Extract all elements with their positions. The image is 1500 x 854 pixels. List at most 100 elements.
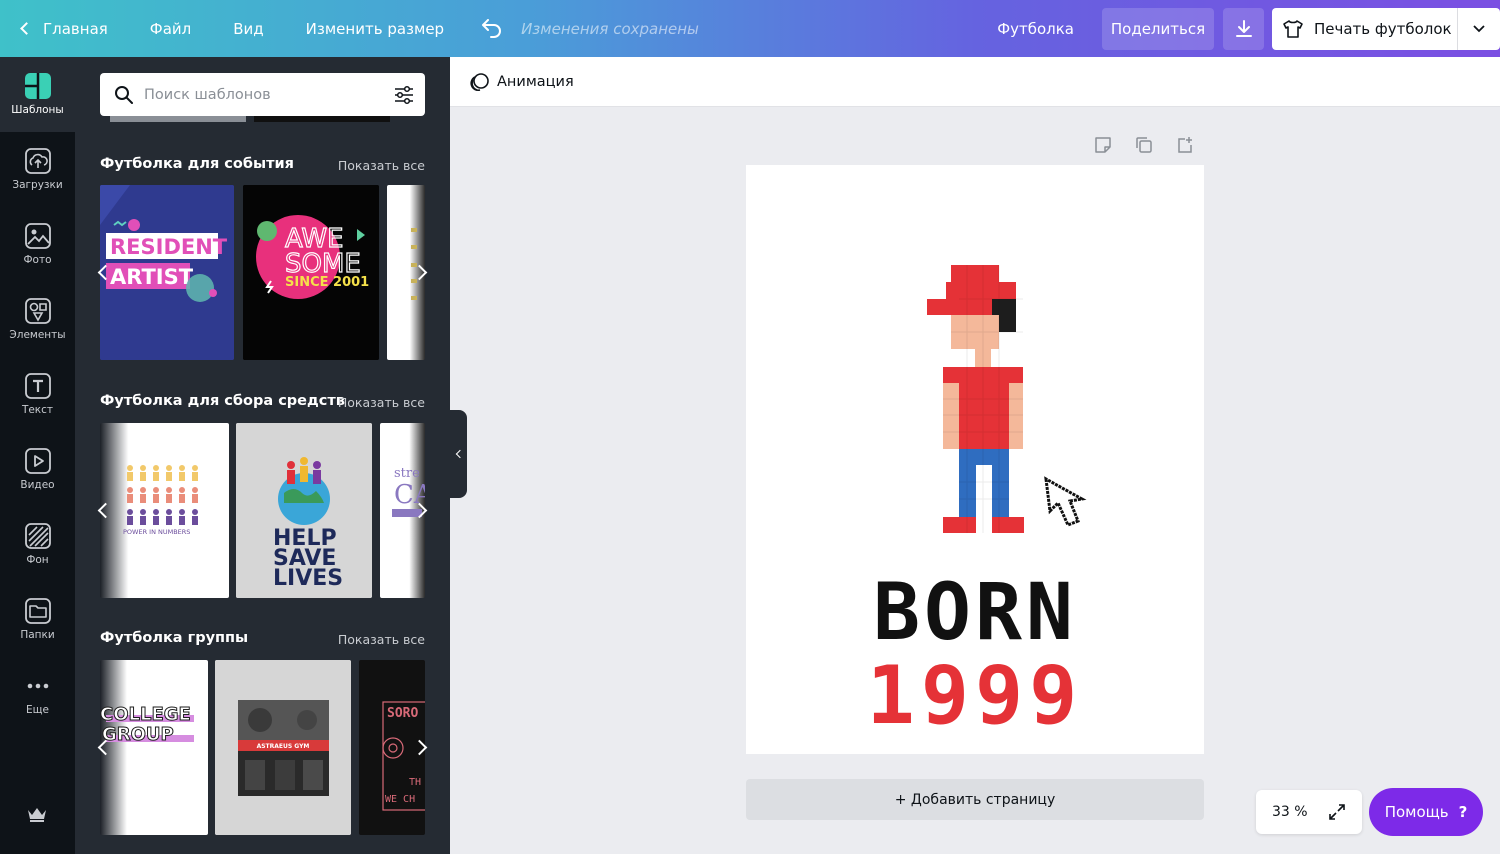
filter-icon[interactable] — [393, 85, 415, 105]
nav-label: Фон — [26, 554, 49, 566]
nav-label: Текст — [21, 404, 54, 416]
carousel-next-fundraising[interactable] — [411, 495, 431, 525]
help-button[interactable]: Помощь ? — [1369, 788, 1483, 836]
nav-label: Фото — [23, 254, 52, 266]
nav-elements[interactable]: Элементы — [0, 282, 75, 357]
home-link[interactable]: Главная — [0, 0, 129, 57]
print-label: Печать футболок — [1314, 19, 1452, 38]
show-all-fundraising[interactable]: Показать все — [338, 395, 425, 410]
animation-button[interactable]: Анимация — [497, 74, 574, 90]
editor-toolbar: Анимация — [450, 57, 1500, 107]
text-icon — [24, 373, 51, 399]
partial-text: WE CH — [385, 794, 415, 805]
carousel-prev-event[interactable] — [93, 257, 113, 287]
nav-more[interactable]: Еще — [0, 657, 75, 732]
college-text: COLLEGE — [100, 704, 191, 725]
collapse-panel-button[interactable] — [450, 410, 467, 498]
undo-button[interactable] — [465, 0, 521, 57]
artist-text: ARTIST — [110, 265, 194, 289]
download-icon — [1235, 19, 1252, 37]
template-college-group[interactable]: COLLEGE GROUP — [100, 660, 208, 835]
template-astraeus-gym[interactable]: ASTRAEUS GYM — [215, 660, 351, 835]
page-actions — [1094, 136, 1194, 154]
pattern-icon — [24, 523, 51, 549]
year-text[interactable]: 1999 — [867, 649, 1084, 742]
lives-text: LIVES — [273, 566, 343, 591]
gym-text: ASTRAEUS GYM — [257, 743, 310, 750]
home-label: Главная — [43, 19, 108, 38]
resize-menu[interactable]: Изменить размер — [285, 0, 465, 57]
pixel-boy-artwork[interactable]: BORN 1999 — [746, 165, 1204, 754]
nav-background[interactable]: Фон — [0, 507, 75, 582]
add-page-button[interactable]: + Добавить страницу — [746, 779, 1204, 820]
zoom-control[interactable]: 33 % — [1256, 790, 1362, 834]
partial-text: stre — [394, 466, 420, 481]
since-text: SINCE 2001 — [285, 275, 369, 290]
design-canvas[interactable]: BORN 1999 — [746, 165, 1204, 754]
section-title-group: Футболка группы — [100, 630, 249, 646]
nav-label: Загрузки — [12, 179, 63, 191]
file-menu[interactable]: Файл — [129, 0, 212, 57]
cloud-upload-icon — [24, 148, 51, 174]
add-page-icon[interactable] — [1176, 136, 1194, 154]
carousel-next-event[interactable] — [411, 257, 431, 287]
partial-text: SORO — [387, 706, 418, 721]
folder-icon — [24, 598, 51, 624]
crown-icon[interactable] — [26, 805, 48, 827]
undo-icon — [482, 18, 502, 38]
nav-video[interactable]: Видео — [0, 432, 75, 507]
show-all-group[interactable]: Показать все — [338, 632, 425, 647]
photo-icon — [24, 223, 51, 249]
page-notes-icon[interactable] — [1094, 136, 1112, 154]
template-power-in-numbers[interactable]: POWER IN NUMBERS — [100, 423, 229, 598]
shapes-icon — [24, 298, 51, 324]
template-help-save-lives[interactable]: HELP SAVE LIVES — [236, 423, 372, 598]
search-input[interactable] — [144, 86, 393, 103]
section-title-event: Футболка для события — [100, 156, 294, 172]
templates-icon — [24, 73, 51, 99]
template-thumb-partial[interactable] — [110, 116, 246, 122]
nav-uploads[interactable]: Загрузки — [0, 132, 75, 207]
nav-label: Папки — [20, 629, 55, 641]
partial-text: TH — [409, 777, 421, 788]
search-icon — [115, 85, 133, 104]
question-icon: ? — [1458, 803, 1468, 821]
top-bar: Главная Файл Вид Изменить размер Изменен… — [0, 0, 1500, 57]
power-text: POWER IN NUMBERS — [123, 528, 190, 536]
nav-templates[interactable]: Шаблоны — [0, 57, 75, 132]
save-status: Изменения сохранены — [521, 19, 699, 38]
chevron-down-icon — [1473, 24, 1485, 32]
carousel-prev-fundraising[interactable] — [93, 495, 113, 525]
download-button[interactable] — [1223, 7, 1264, 50]
search-bar — [100, 73, 425, 116]
nav-label: Видео — [20, 479, 55, 491]
product-type[interactable]: Футболка — [997, 0, 1088, 57]
pixel-cursor-graphic — [1044, 476, 1087, 527]
show-all-event[interactable]: Показать все — [338, 158, 425, 173]
nav-label: Еще — [26, 704, 49, 716]
template-awesome-since-2001[interactable]: AWE SOME SINCE 2001 — [243, 185, 379, 360]
view-menu[interactable]: Вид — [212, 0, 284, 57]
play-icon — [24, 448, 51, 474]
print-tshirts-button[interactable]: Печать футболок — [1272, 7, 1500, 50]
nav-photos[interactable]: Фото — [0, 207, 75, 282]
left-nav: Шаблоны Загрузки Фото Элементы Текст Вид… — [0, 57, 75, 854]
nav-folders[interactable]: Папки — [0, 582, 75, 657]
zoom-level: 33 % — [1272, 804, 1308, 820]
duplicate-page-icon[interactable] — [1135, 136, 1153, 154]
tshirt-icon — [1283, 19, 1303, 38]
animation-icon — [470, 72, 490, 92]
chevron-left-icon — [20, 22, 33, 35]
carousel-next-group[interactable] — [411, 732, 431, 762]
template-thumb-partial[interactable] — [254, 116, 390, 122]
template-resident-artist[interactable]: RESIDENT ARTIST — [100, 185, 234, 360]
nav-label: Шаблоны — [11, 104, 64, 116]
carousel-prev-group[interactable] — [93, 732, 113, 762]
resident-text: RESIDENT — [110, 235, 228, 259]
nav-text[interactable]: Текст — [0, 357, 75, 432]
print-dropdown[interactable] — [1458, 24, 1500, 33]
more-icon — [25, 673, 51, 699]
born-text[interactable]: BORN — [873, 568, 1077, 658]
fullscreen-icon[interactable] — [1328, 803, 1346, 821]
share-button[interactable]: Поделиться — [1102, 7, 1214, 50]
